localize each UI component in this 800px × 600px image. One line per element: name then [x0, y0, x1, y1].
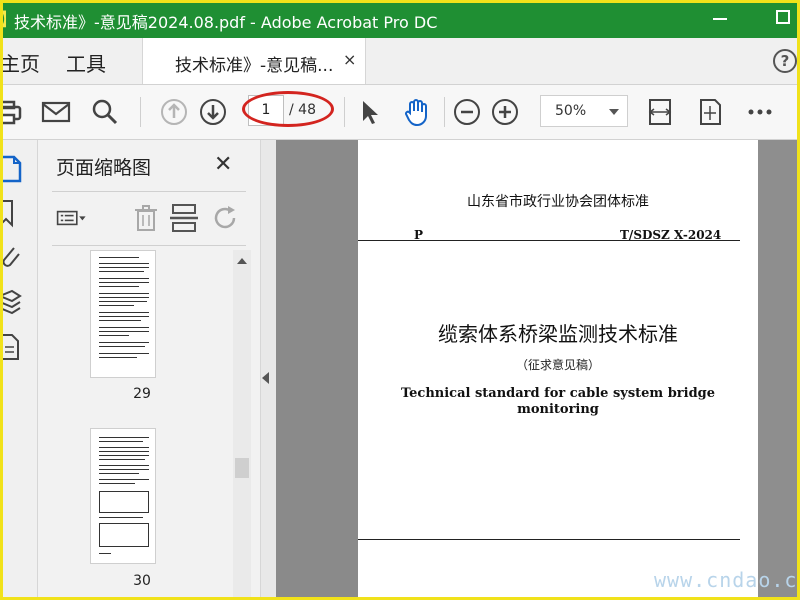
- red-annotation-ellipse: [242, 91, 334, 127]
- panel-title: 页面缩略图: [56, 157, 152, 179]
- tab-close-button[interactable]: ×: [343, 50, 356, 69]
- thumbnail-list: 29 30: [52, 250, 232, 600]
- document-subtitle: （征求意见稿）: [515, 358, 600, 372]
- toolbar-separator: [444, 97, 445, 127]
- full-screen-icon[interactable]: [695, 97, 725, 127]
- chevron-down-icon: [609, 109, 619, 115]
- scrollbar-thumb[interactable]: [235, 458, 249, 478]
- thumbnail-page-label: 29: [133, 386, 151, 402]
- thumbnail-options-icon[interactable]: [56, 202, 88, 234]
- tab-bar: 主页 工具 技术标准》-意见稿... × ?: [0, 38, 800, 85]
- tab-home[interactable]: 主页: [0, 48, 40, 77]
- panel-close-button[interactable]: ✕: [214, 152, 232, 177]
- layers-icon[interactable]: [0, 286, 26, 316]
- tab-document[interactable]: 技术标准》-意见稿... ×: [142, 38, 366, 84]
- tab-tools[interactable]: 工具: [66, 48, 106, 77]
- rotate-page-icon[interactable]: [210, 202, 242, 234]
- insert-page-icon[interactable]: [168, 202, 200, 234]
- minimize-button[interactable]: [713, 18, 727, 20]
- thumbnail-page-29[interactable]: [90, 250, 156, 378]
- viewport-background: [758, 140, 800, 600]
- toolbar-separator: [140, 97, 141, 127]
- delete-page-icon[interactable]: [130, 202, 162, 234]
- attachment-icon[interactable]: [0, 242, 26, 272]
- document-page[interactable]: 山东省市政行业协会团体标准 P T/SDSZ X-2024 缆索体系桥梁监测技术…: [358, 140, 758, 600]
- hand-tool-icon[interactable]: [402, 97, 432, 127]
- footer-rule: [358, 539, 740, 540]
- panel-divider: [52, 191, 246, 192]
- header-rule: [358, 240, 740, 241]
- help-button[interactable]: ?: [773, 49, 797, 73]
- zoom-select[interactable]: 50%: [540, 95, 628, 127]
- panel-divider: [52, 245, 246, 246]
- fit-page-icon[interactable]: [645, 97, 675, 127]
- print-icon[interactable]: [0, 97, 30, 127]
- document-title-en-line2: monitoring: [517, 402, 599, 417]
- prev-page-icon[interactable]: [159, 97, 189, 127]
- scroll-up-icon[interactable]: [237, 258, 247, 264]
- document-title-cn: 缆索体系桥梁监测技术标准: [438, 322, 678, 346]
- maximize-button[interactable]: [776, 10, 790, 24]
- search-icon[interactable]: [90, 97, 120, 127]
- toolbar: 1 / 48 50%: [0, 85, 800, 140]
- thumbnail-page-30[interactable]: [90, 428, 156, 564]
- mail-icon[interactable]: [41, 97, 71, 127]
- thumbnail-table: [99, 523, 149, 547]
- window-title: 技术标准》-意见稿2024.08.pdf - Adobe Acrobat Pro…: [14, 13, 438, 32]
- zoom-out-icon[interactable]: [452, 97, 482, 127]
- tab-document-label: 技术标准》-意见稿...: [175, 56, 334, 76]
- page-thumbnails-icon[interactable]: [0, 154, 26, 184]
- select-pointer-icon[interactable]: [356, 97, 386, 127]
- thumbnail-page-label: 30: [133, 573, 151, 589]
- page-thumbnails-panel: 页面缩略图 ✕ 29 30: [38, 140, 261, 600]
- collapse-panel-icon[interactable]: [262, 372, 269, 384]
- title-bar: 】 技术标准》-意见稿2024.08.pdf - Adobe Acrobat P…: [0, 0, 800, 38]
- zoom-value: 50%: [555, 103, 587, 119]
- zoom-in-icon[interactable]: [490, 97, 520, 127]
- bookmark-icon[interactable]: [0, 198, 26, 228]
- document-title-en-line1: Technical standard for cable system brid…: [400, 386, 716, 401]
- viewport-gutter: [261, 140, 276, 600]
- document-icon[interactable]: [0, 332, 26, 362]
- watermark: www.cndao.c: [654, 568, 798, 592]
- left-navigation-rail: [0, 140, 38, 600]
- organization-name: 山东省市政行业协会团体标准: [467, 194, 649, 210]
- toolbar-separator: [344, 97, 345, 127]
- more-icon[interactable]: [745, 97, 775, 127]
- thumbnail-table: [99, 491, 149, 513]
- thumbnail-scrollbar[interactable]: [233, 250, 251, 600]
- next-page-icon[interactable]: [198, 97, 228, 127]
